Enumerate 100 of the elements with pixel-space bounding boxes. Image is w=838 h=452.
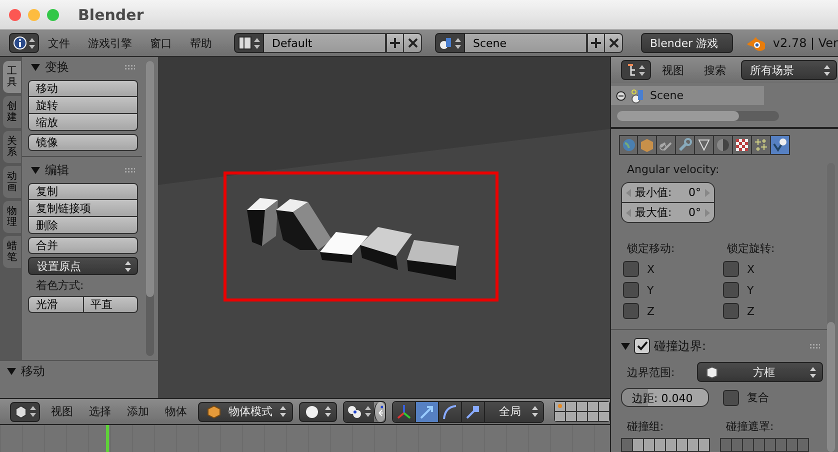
delete-button[interactable] — [404, 33, 422, 53]
layer-toggle[interactable] — [776, 439, 786, 451]
bounds-dropdown[interactable]: 方框 — [697, 362, 823, 382]
minimize-button[interactable] — [28, 8, 40, 20]
collapse-icon[interactable] — [616, 90, 626, 100]
menu-item[interactable]: 视图 — [46, 404, 78, 419]
layer-toggle[interactable] — [688, 439, 698, 451]
arrow-icon-button[interactable] — [414, 402, 438, 422]
scrollbar[interactable] — [827, 163, 835, 452]
menu-item[interactable]: 搜索 — [695, 62, 735, 78]
checkbox[interactable] — [623, 261, 639, 277]
collapse-triangle-icon[interactable] — [31, 62, 40, 72]
editor-type-button[interactable] — [621, 60, 651, 80]
toolshelf-tab[interactable]: 物理 — [3, 201, 21, 233]
scene-selector-button[interactable] — [435, 33, 465, 53]
render-engine-dropdown[interactable]: Blender 游戏 — [641, 33, 733, 53]
layer-toggle[interactable] — [555, 402, 565, 411]
collapse-triangle-icon[interactable] — [7, 366, 16, 376]
layer-toggle[interactable] — [555, 412, 565, 421]
checkbox[interactable] — [623, 282, 639, 298]
layer-toggle[interactable] — [699, 439, 709, 451]
layout-name-field[interactable]: Default — [264, 33, 386, 53]
scrollbar[interactable] — [146, 61, 154, 356]
axes-icon-button[interactable] — [392, 402, 415, 422]
menu-item[interactable]: 视图 — [653, 62, 693, 78]
set-origin-dropdown[interactable]: 设置原点 — [28, 257, 138, 275]
maximize-button[interactable] — [47, 8, 59, 20]
layer-toggle[interactable] — [666, 439, 676, 451]
toolshelf-tab[interactable]: 关系 — [3, 131, 21, 163]
constraints-tab[interactable] — [657, 135, 676, 155]
layer-toggle[interactable] — [566, 402, 576, 411]
layer-toggle[interactable] — [655, 439, 665, 451]
menu-item[interactable]: 帮助 — [181, 36, 221, 50]
tool-button[interactable]: 复制 — [28, 183, 138, 200]
texture-tab[interactable] — [733, 135, 752, 155]
layer-toggle[interactable] — [732, 439, 742, 451]
drag-handle-icon[interactable] — [810, 344, 820, 348]
menu-item[interactable]: 添加 — [122, 404, 154, 419]
menu-item[interactable]: 选择 — [84, 404, 116, 419]
layer-toggle[interactable] — [743, 439, 753, 451]
tool-button[interactable]: 镜像 — [28, 134, 138, 151]
tool-button[interactable]: 复制链接项 — [28, 200, 138, 217]
editor-type-button[interactable] — [10, 402, 40, 422]
layer-toggle[interactable] — [566, 412, 576, 421]
number-field[interactable]: 最大值: 0° — [622, 202, 714, 222]
layer-toggle[interactable] — [588, 402, 598, 411]
tool-button[interactable]: 删除 — [28, 217, 138, 234]
checkbox[interactable] — [623, 303, 639, 319]
collapse-triangle-icon[interactable] — [31, 166, 40, 174]
layer-toggle[interactable] — [622, 439, 632, 451]
layer-toggle[interactable] — [633, 439, 643, 451]
tool-button[interactable]: 平直 — [84, 296, 138, 313]
layer-toggle[interactable] — [765, 439, 775, 451]
world-tab[interactable] — [619, 135, 638, 155]
layer-toggle[interactable] — [798, 439, 808, 451]
physics-tab[interactable] — [771, 135, 790, 155]
margin-field[interactable]: 边距: 0.040 — [621, 388, 709, 407]
arc-icon-button[interactable] — [438, 402, 461, 422]
drag-handle-icon[interactable] — [125, 168, 135, 172]
collapse-triangle-icon[interactable] — [621, 342, 630, 350]
add-button[interactable] — [587, 33, 605, 53]
scrollbar[interactable] — [617, 111, 779, 121]
pivot-dropdown[interactable] — [344, 402, 374, 422]
scale-handle-button[interactable] — [460, 402, 484, 422]
layer-toggle[interactable] — [754, 439, 764, 451]
tool-button[interactable]: 旋转 — [28, 97, 138, 114]
number-field[interactable]: 最小值: 0° — [622, 183, 714, 202]
tool-button[interactable]: 缩放 — [28, 114, 138, 131]
tool-button[interactable]: 光滑 — [28, 296, 84, 313]
shading-dropdown[interactable] — [298, 402, 337, 422]
outliner-row[interactable]: Scene — [611, 86, 764, 105]
layer-toggle[interactable] — [588, 412, 598, 421]
add-button[interactable] — [386, 33, 404, 53]
layer-toggle[interactable] — [599, 402, 609, 411]
menu-item[interactable]: 窗口 — [141, 36, 181, 50]
checkbox[interactable] — [723, 390, 739, 406]
layer-toggle[interactable] — [644, 439, 654, 451]
layer-toggle[interactable] — [577, 402, 587, 411]
modifiers-tab[interactable] — [676, 135, 695, 155]
display-mode-dropdown[interactable]: 所有场景 — [741, 60, 837, 80]
menu-item[interactable]: 游戏引擎 — [79, 36, 141, 50]
right-arrow-icon[interactable] — [705, 188, 710, 196]
checkbox[interactable] — [634, 338, 650, 354]
toolshelf-tab[interactable]: 蜡笔 — [3, 236, 21, 268]
close-button[interactable] — [9, 8, 21, 20]
layout-selector-button[interactable] — [234, 33, 264, 53]
checkbox[interactable] — [723, 282, 739, 298]
particles-tab[interactable] — [752, 135, 771, 155]
toolshelf-tab[interactable]: 动画 — [3, 166, 21, 198]
menu-item[interactable]: 物体 — [160, 404, 192, 419]
layer-toggle[interactable] — [577, 412, 587, 421]
menu-item[interactable]: 文件 — [39, 36, 79, 50]
tool-button[interactable]: 合并 — [28, 237, 138, 254]
checkbox[interactable] — [723, 303, 739, 319]
data-tab[interactable] — [695, 135, 714, 155]
drag-handle-icon[interactable] — [125, 64, 135, 70]
layer-toggle[interactable] — [599, 412, 609, 421]
toolshelf-tab[interactable]: 创建 — [3, 96, 21, 128]
delete-button[interactable] — [605, 33, 623, 53]
layer-toggle[interactable] — [787, 439, 797, 451]
